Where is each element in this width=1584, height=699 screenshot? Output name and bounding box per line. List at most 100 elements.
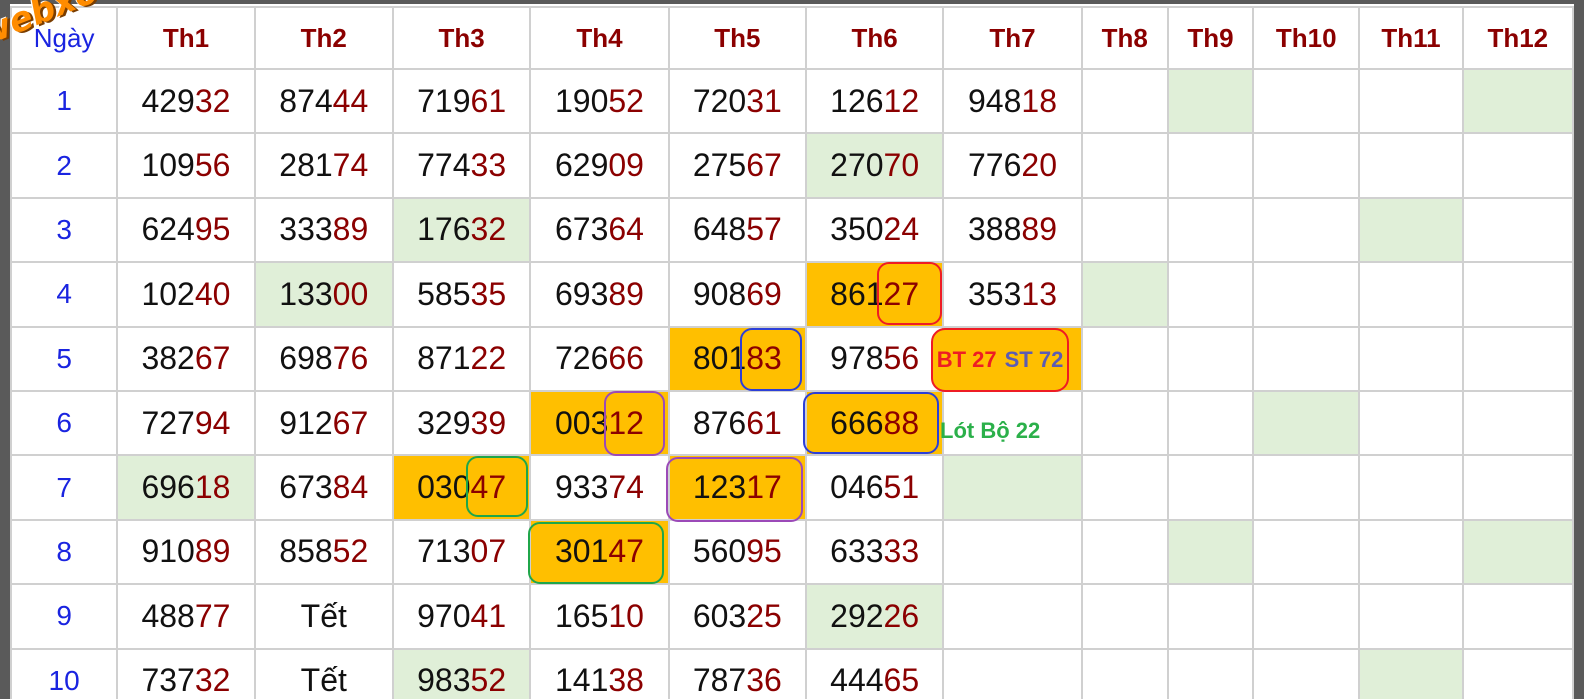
result-leading-digits: 861 — [830, 275, 884, 312]
result-cell: 72031 — [667, 67, 807, 135]
result-leading-digits: 126 — [830, 82, 884, 119]
result-cell: 67384 — [253, 454, 394, 521]
empty-cell — [1461, 325, 1575, 392]
result-leading-digits: 123 — [692, 469, 747, 506]
empty-cell — [1166, 389, 1255, 457]
result-leading-digits: 719 — [417, 82, 471, 119]
table-row: 3 62495 33389 17632 67364 64857 35024 38889 — [9, 196, 1575, 264]
result-last-two-digits: 61 — [746, 404, 782, 441]
result-cell: 27567 — [667, 132, 807, 199]
result-cell: 44465 — [804, 647, 945, 699]
day-cell: 10 — [9, 647, 119, 699]
result-leading-digits: 353 — [968, 275, 1022, 312]
month-header: Th12 — [1461, 6, 1575, 70]
result-leading-digits: 693 — [554, 275, 609, 312]
result-cell: 03047 — [391, 454, 532, 521]
result-cell: 38889 — [942, 196, 1083, 264]
result-leading-digits: 275 — [692, 147, 747, 184]
bt-label: BT 27 — [936, 347, 997, 372]
result-cell: 62495 — [116, 196, 256, 264]
result-last-two-digits: 89 — [608, 275, 644, 312]
empty-cell — [1166, 67, 1255, 135]
result-last-two-digits: 67 — [194, 340, 231, 377]
result-cell: 12612 — [804, 67, 945, 135]
result-leading-digits: 720 — [692, 82, 747, 119]
month-header: Th6 — [804, 6, 945, 70]
result-last-two-digits: 26 — [883, 597, 920, 634]
result-last-two-digits: 70 — [883, 147, 920, 184]
result-last-two-digits: 74 — [608, 469, 644, 506]
result-last-two-digits: 89 — [1021, 211, 1057, 248]
empty-cell — [1166, 132, 1255, 199]
result-last-two-digits: 95 — [746, 533, 782, 570]
result-last-two-digits: 32 — [470, 211, 507, 248]
month-header: Th7 — [942, 6, 1083, 70]
result-cell: 32939 — [391, 389, 532, 457]
result-leading-digits: 787 — [692, 662, 747, 699]
empty-cell — [1080, 647, 1169, 699]
result-cell: 13300 — [253, 261, 394, 328]
result-last-two-digits: 56 — [194, 147, 231, 184]
result-leading-digits: 726 — [554, 340, 609, 377]
empty-cell — [1461, 454, 1575, 521]
result-cell: 10240 — [116, 261, 256, 328]
result-cell: 85852 — [253, 518, 394, 586]
result-last-two-digits: 18 — [194, 469, 231, 506]
st-label: ST 72 — [1004, 347, 1064, 372]
result-leading-digits: 333 — [279, 211, 333, 248]
result-cell: 87122 — [391, 325, 532, 392]
result-last-two-digits: 09 — [608, 147, 644, 184]
result-leading-digits: 633 — [830, 533, 884, 570]
result-leading-digits: 382 — [141, 340, 195, 377]
result-leading-digits: 585 — [417, 275, 471, 312]
result-cell: 63333 — [804, 518, 945, 586]
result-last-two-digits: 32 — [194, 82, 231, 119]
result-last-two-digits: 67 — [332, 404, 369, 441]
result-cell: 94818 — [942, 67, 1083, 135]
result-leading-digits: 329 — [417, 404, 471, 441]
result-leading-digits: 109 — [141, 147, 195, 184]
result-last-two-digits: 64 — [608, 211, 644, 248]
result-last-two-digits: 32 — [194, 662, 231, 699]
result-leading-digits: 948 — [968, 82, 1022, 119]
table-row: 4 10240 13300 58535 69389 90869 86127 35313 — [9, 261, 1575, 328]
result-leading-digits: 301 — [554, 533, 609, 570]
result-last-two-digits: 67 — [746, 147, 782, 184]
empty-cell — [1461, 261, 1575, 328]
empty-cell — [1080, 67, 1169, 135]
result-leading-digits: 141 — [554, 662, 609, 699]
day-cell: 4 — [9, 261, 119, 328]
result-last-two-digits: 69 — [746, 275, 782, 312]
result-leading-digits: 970 — [417, 597, 471, 634]
result-cell: 90869 — [667, 261, 807, 328]
day-cell: 6 — [9, 389, 119, 457]
result-cell: 69876 — [253, 325, 394, 392]
table-row: 10 73732 Tết 98352 14138 78736 44465 — [9, 647, 1575, 699]
result-cell: 72666 — [529, 325, 670, 392]
empty-cell — [1166, 583, 1255, 650]
month-header: Th1 — [116, 6, 256, 70]
empty-cell — [1080, 389, 1169, 457]
result-leading-digits: 629 — [554, 147, 609, 184]
result-last-two-digits: 61 — [470, 82, 507, 119]
result-last-two-digits: 25 — [746, 597, 782, 634]
result-leading-digits: 102 — [141, 275, 195, 312]
result-last-two-digits: 66 — [608, 340, 644, 377]
empty-cell — [1461, 647, 1575, 699]
empty-cell — [1461, 196, 1575, 264]
result-cell: 86127 — [804, 261, 945, 328]
result-cell: 71307 — [391, 518, 532, 586]
month-header: Th4 — [529, 6, 670, 70]
result-leading-digits: 871 — [417, 340, 471, 377]
result-cell: 38267 — [116, 325, 256, 392]
result-last-two-digits: 36 — [746, 662, 782, 699]
result-last-two-digits: 07 — [470, 533, 507, 570]
result-leading-digits: 133 — [279, 275, 333, 312]
result-leading-digits: 673 — [279, 469, 333, 506]
result-cell: 67364 — [529, 196, 670, 264]
result-last-two-digits: 65 — [883, 662, 920, 699]
result-leading-digits: 444 — [830, 662, 884, 699]
result-last-two-digits: 52 — [470, 662, 507, 699]
empty-cell — [1166, 196, 1255, 264]
result-leading-digits: 910 — [141, 533, 195, 570]
